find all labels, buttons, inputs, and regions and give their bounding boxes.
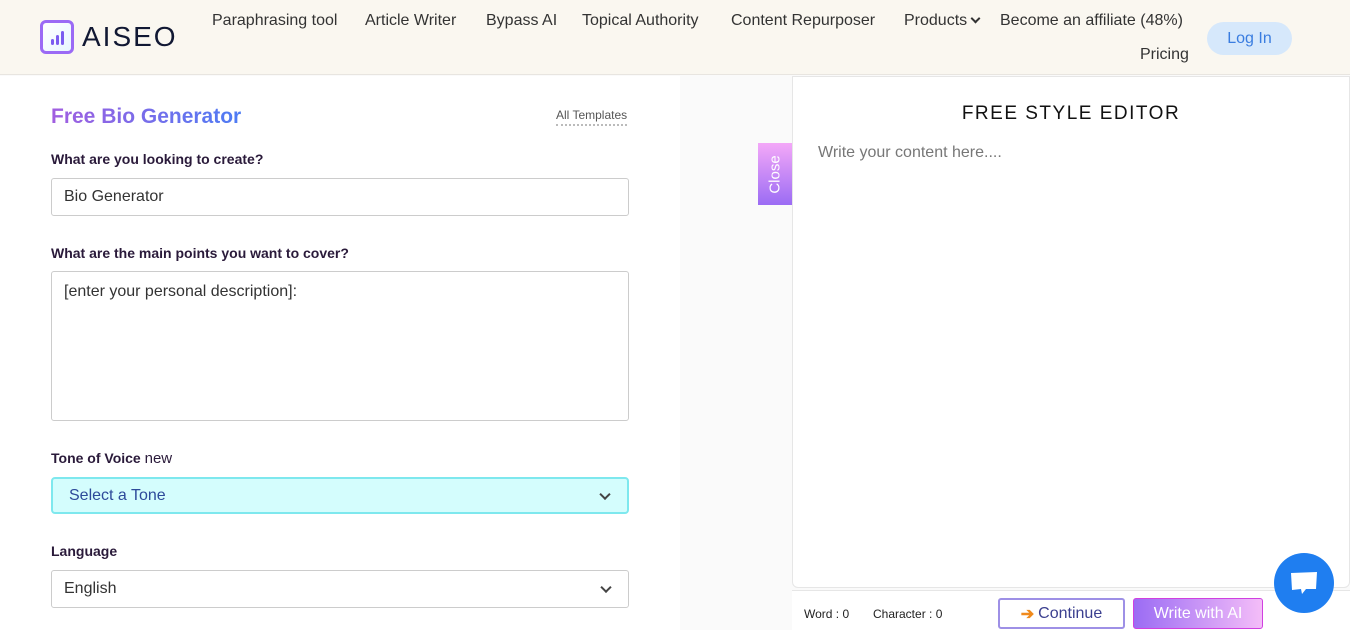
- continue-button[interactable]: ➔ Continue: [998, 598, 1125, 629]
- create-input[interactable]: Bio Generator: [51, 178, 629, 216]
- nav-paraphrasing[interactable]: Paraphrasing tool: [212, 12, 337, 30]
- header: AISEO Paraphrasing tool Article Writer B…: [0, 0, 1350, 75]
- close-button[interactable]: Close: [758, 143, 792, 205]
- chevron-down-icon: [970, 13, 981, 24]
- language-value: English: [64, 580, 117, 597]
- nav-article-writer[interactable]: Article Writer: [365, 12, 456, 30]
- editor-panel: FREE STYLE EDITOR Write your content her…: [792, 76, 1350, 588]
- nav-pricing[interactable]: Pricing: [1140, 46, 1189, 64]
- logo[interactable]: AISEO: [40, 20, 178, 54]
- editor-content[interactable]: Write your content here....: [818, 144, 1002, 162]
- arrow-right-icon: ➔: [1020, 605, 1035, 623]
- nav-products-label: Products: [904, 12, 968, 29]
- language-label: Language: [51, 543, 118, 559]
- tone-value: Select a Tone: [69, 487, 166, 504]
- nav-content-repurposer[interactable]: Content Repurposer: [731, 12, 875, 30]
- nav-affiliate[interactable]: Become an affiliate (48%): [1000, 12, 1183, 30]
- points-textarea[interactable]: [enter your personal description]:: [51, 271, 629, 421]
- points-label: What are the main points you want to cov…: [51, 245, 349, 261]
- login-button[interactable]: Log In: [1207, 22, 1292, 55]
- language-select[interactable]: English: [51, 570, 629, 608]
- nav-bypass-ai[interactable]: Bypass AI: [486, 12, 557, 30]
- logo-icon: [40, 20, 74, 54]
- word-count: Word : 0: [804, 607, 850, 621]
- character-count: Character : 0: [873, 607, 943, 621]
- chevron-down-icon: [600, 581, 612, 594]
- editor-title: FREE STYLE EDITOR: [961, 103, 1181, 124]
- create-label: What are you looking to create?: [51, 151, 264, 167]
- nav-topical-authority[interactable]: Topical Authority: [582, 12, 699, 30]
- close-label: Close: [766, 154, 784, 194]
- tone-label: Tone of Voice: [51, 450, 141, 466]
- page-title: Free Bio Generator: [51, 105, 242, 128]
- new-badge: new: [144, 450, 173, 467]
- all-templates-link[interactable]: All Templates: [556, 108, 628, 126]
- tone-select[interactable]: Select a Tone: [51, 477, 629, 514]
- chat-button[interactable]: [1274, 553, 1334, 613]
- chevron-down-icon: [599, 488, 611, 500]
- logo-text: AISEO: [82, 21, 178, 52]
- chat-icon: [1291, 572, 1317, 594]
- write-with-ai-button[interactable]: Write with AI: [1133, 598, 1263, 629]
- continue-label: Continue: [1038, 604, 1103, 622]
- nav-products[interactable]: Products: [904, 12, 981, 30]
